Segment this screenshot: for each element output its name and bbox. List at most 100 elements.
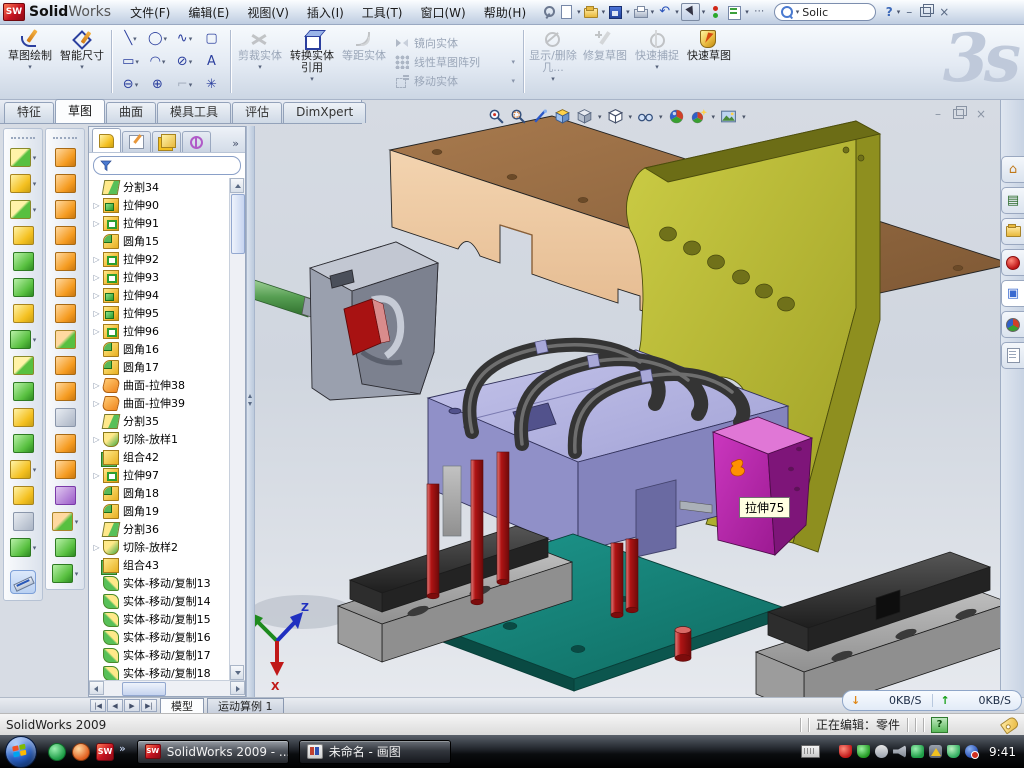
- menu-item[interactable]: 窗口(W): [412, 4, 475, 21]
- tree-item[interactable]: ▷曲面-拉伸39: [89, 394, 245, 412]
- new-caret[interactable]: ▾: [577, 9, 581, 16]
- filled-surface-button[interactable]: [55, 278, 76, 297]
- apply-scene-caret[interactable]: ▾: [712, 113, 716, 121]
- expand-arrow-icon[interactable]: ▷: [92, 273, 101, 282]
- tray-health-icon[interactable]: [947, 745, 960, 758]
- expand-arrow-icon[interactable]: ▷: [92, 399, 101, 408]
- rebuild-lights-icon[interactable]: [707, 4, 724, 20]
- quick-snaps-button[interactable]: 快速捕捉▾: [631, 24, 683, 99]
- tab-appearances[interactable]: [1001, 311, 1024, 338]
- tree-item[interactable]: ▷切除-放样1: [89, 430, 245, 448]
- replace-face-button[interactable]: [55, 434, 76, 453]
- fillet-button[interactable]: ▾: [10, 200, 37, 219]
- tag-icon[interactable]: [1000, 715, 1020, 734]
- doc-nav-button[interactable]: ◀: [107, 699, 123, 712]
- search-caret[interactable]: ▾: [796, 9, 800, 16]
- ejector-cylinder[interactable]: [675, 627, 691, 662]
- expand-arrow-icon[interactable]: ▷: [92, 543, 101, 552]
- extruded-cut-button[interactable]: ▾: [10, 174, 37, 193]
- circle-icon[interactable]: ◯▾: [144, 27, 171, 50]
- wrap-button[interactable]: [13, 304, 34, 323]
- open-button[interactable]: [583, 4, 600, 20]
- menu-item[interactable]: 工具(T): [353, 4, 412, 21]
- mold-base-right[interactable]: [756, 552, 1000, 697]
- hide-show-items-icon[interactable]: [637, 108, 654, 125]
- swept-surface-button[interactable]: [55, 200, 76, 219]
- doc-nav-button[interactable]: ▶|: [141, 699, 157, 712]
- doc-tab-模型[interactable]: 模型: [160, 698, 204, 714]
- mirror-button[interactable]: [13, 356, 34, 375]
- tab-design-library[interactable]: ▤: [1001, 187, 1024, 214]
- close-button[interactable]: ×: [939, 5, 949, 19]
- rapid-sketch-button[interactable]: 快速草图: [683, 24, 735, 99]
- panel-splitter[interactable]: [246, 126, 255, 697]
- knit-surface-button[interactable]: [55, 538, 76, 557]
- print-caret[interactable]: ▾: [651, 9, 655, 16]
- tree-item[interactable]: 分割35: [89, 412, 245, 430]
- spline-icon[interactable]: ∿▾: [171, 27, 198, 50]
- freeform-button[interactable]: [55, 330, 76, 349]
- options-caret[interactable]: ▾: [745, 9, 749, 16]
- move-entities-button[interactable]: 移动实体▾: [395, 73, 515, 89]
- shell-button[interactable]: [13, 252, 34, 271]
- undo-caret[interactable]: ▾: [675, 9, 679, 16]
- convert-entities-button[interactable]: 转换实体引用▾: [286, 24, 338, 99]
- dropdown-caret[interactable]: ▾: [655, 63, 659, 71]
- delete-face-button[interactable]: [55, 408, 76, 427]
- tree-item[interactable]: 圆角16: [89, 340, 245, 358]
- spline-curve-button[interactable]: ▾: [10, 538, 37, 557]
- tab-configuration-manager[interactable]: [152, 131, 181, 152]
- tray-security-alert-icon[interactable]: [839, 745, 852, 758]
- linear-sketch-pattern-button[interactable]: 线性草图阵列▾: [395, 54, 515, 70]
- dropdown-caret[interactable]: ▾: [310, 75, 314, 83]
- tree-filter-input[interactable]: [93, 156, 241, 175]
- status-help-icon[interactable]: ?: [931, 717, 948, 733]
- tree-item[interactable]: 实体-移动/复制14: [89, 592, 245, 610]
- command-tab-曲面[interactable]: 曲面: [106, 102, 156, 123]
- centerpoint-arc-icon[interactable]: ◠▾: [144, 50, 171, 73]
- taskbar-clock[interactable]: 9:41: [989, 745, 1016, 759]
- tree-horizontal-scrollbar[interactable]: [89, 680, 245, 696]
- panel-overflow-icon[interactable]: »: [232, 137, 245, 152]
- doc-nav-button[interactable]: ▶: [124, 699, 140, 712]
- select-caret[interactable]: ▾: [702, 9, 706, 16]
- tab-dimxpert-manager[interactable]: [182, 131, 211, 152]
- graphics-viewport[interactable]: Y Z X ▾ ▾ ▾ ▾ ▾ – ×: [248, 100, 1000, 697]
- zoom-to-area-icon[interactable]: [510, 108, 527, 125]
- tree-item[interactable]: 圆角18: [89, 484, 245, 502]
- section-view-icon[interactable]: [554, 108, 571, 125]
- offset-surface-button[interactable]: [55, 356, 76, 375]
- planar-surface-button[interactable]: [55, 304, 76, 323]
- point-icon[interactable]: ✳: [198, 73, 225, 96]
- extruded-boss-button[interactable]: ▾: [10, 148, 37, 167]
- measure-button[interactable]: [10, 570, 36, 594]
- tree-item[interactable]: 实体-移动/复制18: [89, 664, 245, 680]
- view-settings-icon[interactable]: [720, 108, 737, 125]
- support-post[interactable]: [443, 466, 461, 536]
- menu-item[interactable]: 视图(V): [238, 4, 298, 21]
- view-orientation-caret[interactable]: ▾: [598, 113, 602, 121]
- tree-item[interactable]: 圆角15: [89, 232, 245, 250]
- menu-item[interactable]: 文件(F): [121, 4, 179, 21]
- extruded-surface-button[interactable]: [55, 148, 76, 167]
- tree-item[interactable]: ▷拉伸91: [89, 214, 245, 232]
- dropdown-caret[interactable]: ▾: [28, 63, 32, 71]
- expand-arrow-icon[interactable]: ▷: [92, 255, 101, 264]
- tab-view-palette[interactable]: ▣: [1001, 280, 1024, 307]
- tree-item[interactable]: 分割36: [89, 520, 245, 538]
- scroll-thumb[interactable]: [231, 194, 245, 254]
- plane-button[interactable]: [13, 486, 34, 505]
- axis-button[interactable]: [13, 512, 34, 531]
- scroll-up-button[interactable]: [230, 178, 244, 193]
- previous-view-icon[interactable]: [532, 108, 549, 125]
- extend-surface-button[interactable]: [55, 486, 76, 505]
- rib-button[interactable]: [13, 226, 34, 245]
- trim-entities-button[interactable]: 剪裁实体▾: [234, 24, 286, 99]
- split-button[interactable]: [13, 408, 34, 427]
- expand-arrow-icon[interactable]: ▷: [92, 219, 101, 228]
- expand-arrow-icon[interactable]: ▷: [92, 471, 101, 480]
- apply-scene-icon[interactable]: [690, 108, 707, 125]
- display-delete-relations-button[interactable]: 显示/删除几...▾: [527, 24, 579, 99]
- ellipse-icon[interactable]: ⊘▾: [171, 50, 198, 73]
- menu-item[interactable]: 编辑(E): [179, 4, 238, 21]
